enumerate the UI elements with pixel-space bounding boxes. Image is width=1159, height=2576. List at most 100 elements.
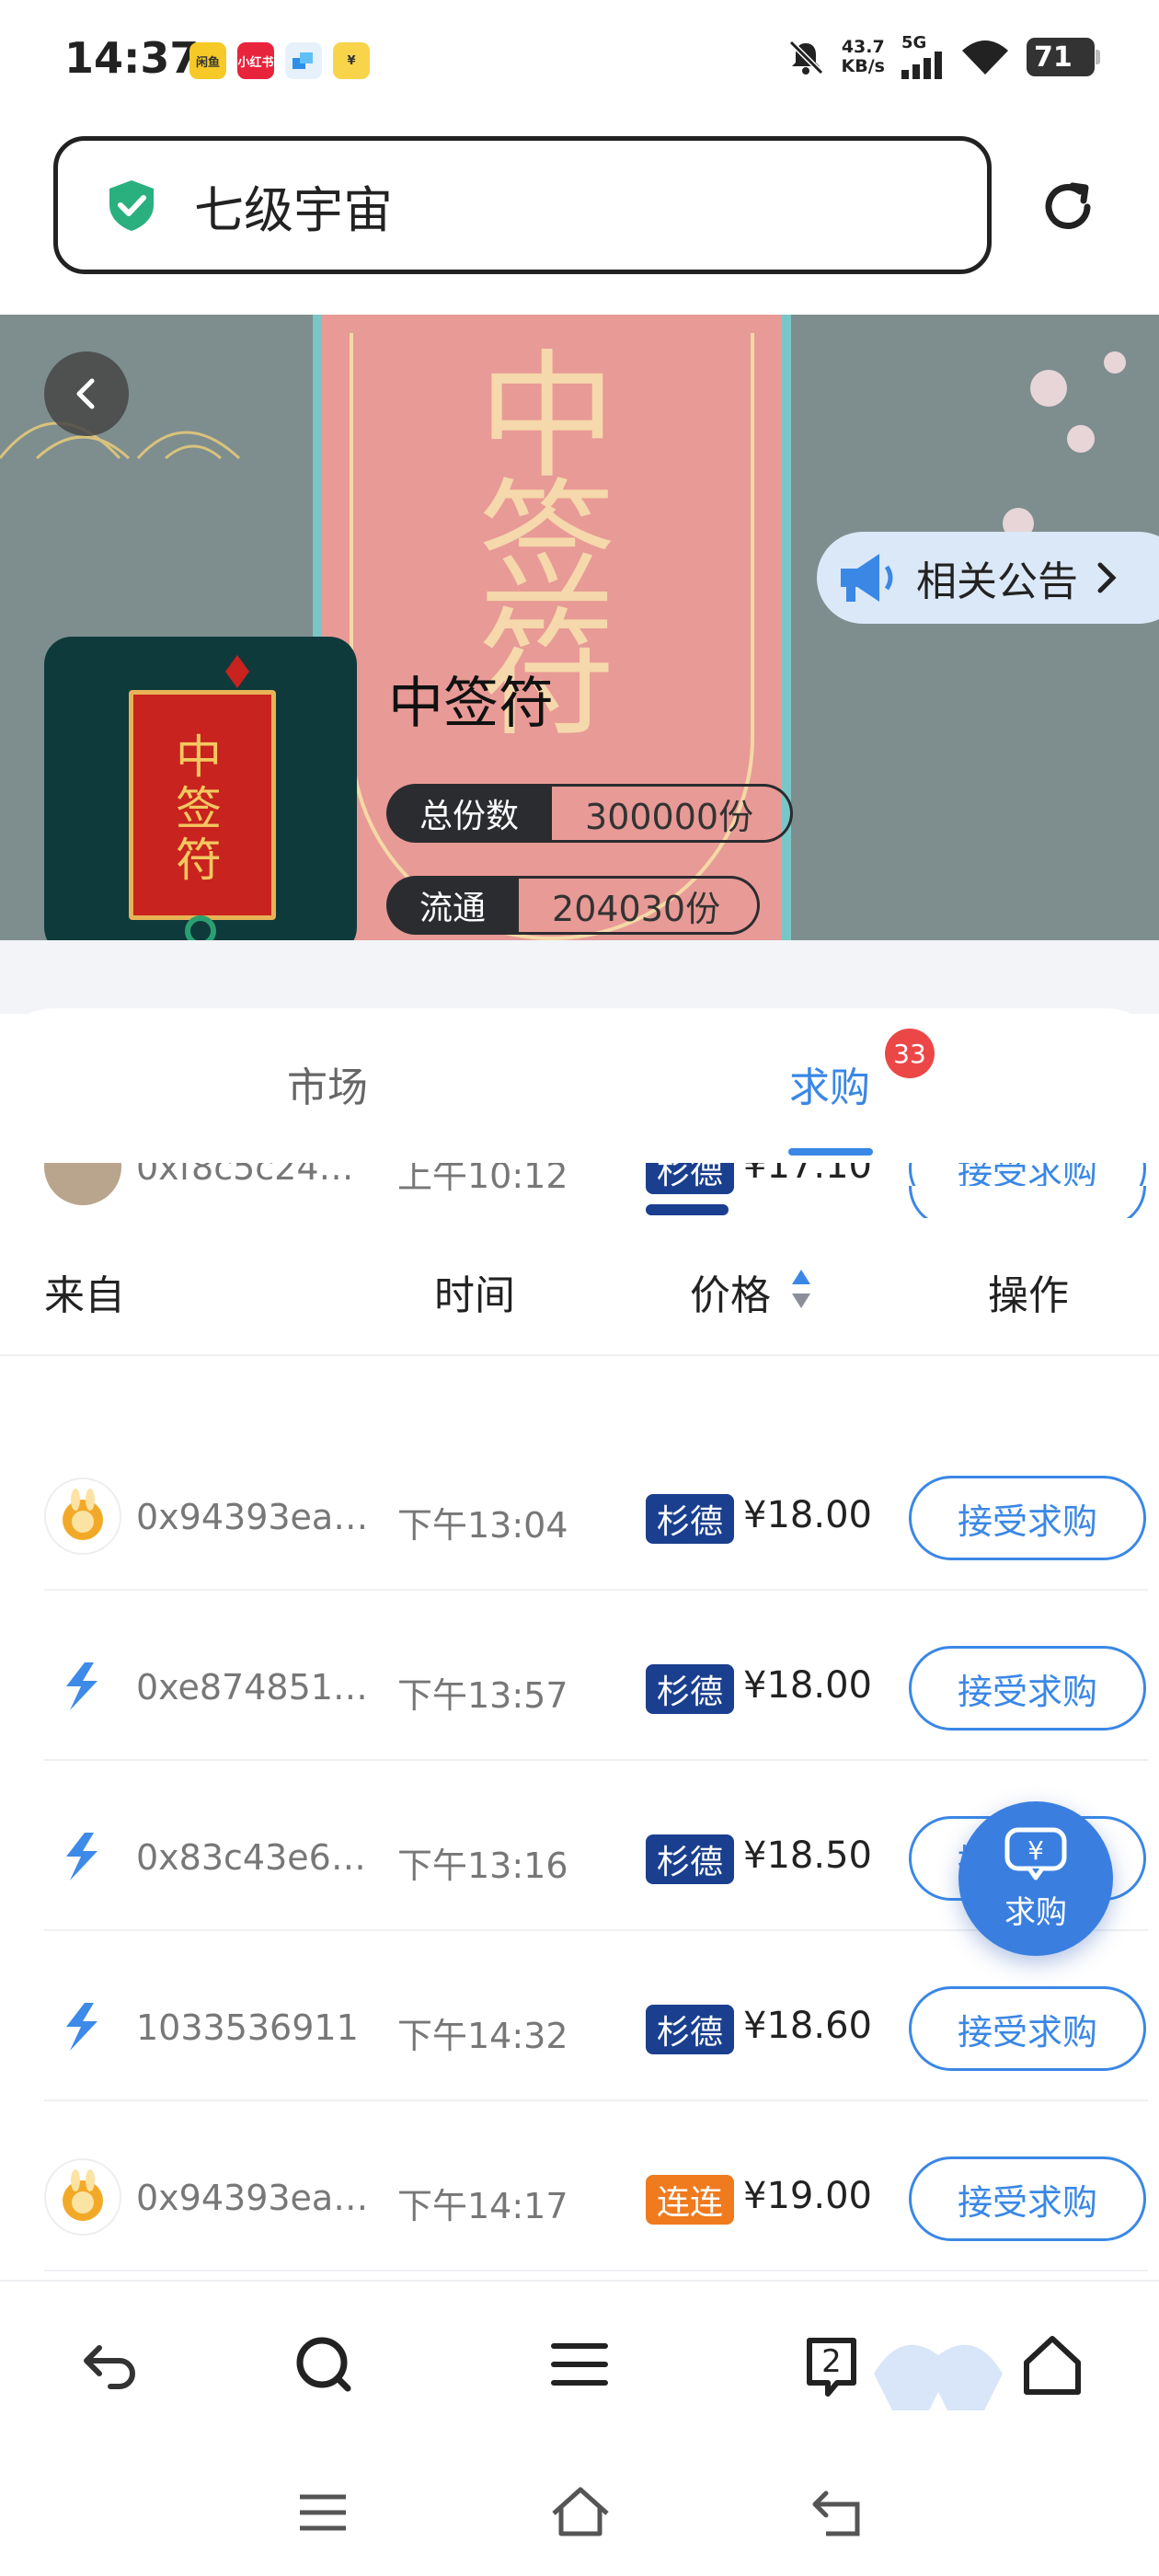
cellular-signal: 5G [901, 35, 944, 79]
bid-count-badge: 33 [885, 1029, 935, 1078]
announcement-label: 相关公告 [916, 558, 1078, 605]
row-price: ¥18.50 [743, 1834, 872, 1877]
row-time: 下午13:57 [397, 1675, 568, 1716]
back-button[interactable] [44, 351, 129, 436]
header-action: 操作 [988, 1272, 1069, 1319]
svg-text:¥: ¥ [1027, 1835, 1044, 1866]
row-time: 下午13:04 [397, 1505, 568, 1546]
search-icon[interactable] [289, 2328, 362, 2401]
payment-tag: 杉德 [646, 1494, 735, 1544]
row-price: ¥19.00 [743, 2175, 872, 2217]
row-time: 上午10:12 [397, 1163, 568, 1196]
row-address: 0xf8c5c24… [136, 1163, 354, 1188]
yuan-app-icon: ¥ [333, 42, 370, 79]
system-back-icon[interactable] [806, 2480, 870, 2545]
payment-tag: 杉德 [646, 1834, 735, 1884]
chevron-right-icon [1097, 562, 1117, 593]
bolt-avatar [44, 1648, 121, 1725]
tabs-panel [0, 1008, 1159, 1163]
item-title: 中签符 [388, 672, 554, 736]
system-nav-bar [0, 2455, 1159, 2576]
table-header: 来自 时间 价格 操作 [0, 1218, 1159, 1356]
table-row: 0x94393ea… 下午13:04 杉德 ¥18.00 接受求购 [44, 1420, 1148, 1591]
header-price[interactable]: 价格 [690, 1262, 771, 1321]
rabbit-avatar [44, 2158, 121, 2236]
xianyu-app-icon: 闲鱼 [189, 42, 226, 79]
announcement-button[interactable]: 相关公告 [817, 532, 1159, 624]
status-indicators: 43.7 KB/s 5G 71 [786, 35, 1100, 79]
net-speed: 43.7 KB/s [841, 37, 885, 76]
svg-text:2: 2 [821, 2343, 842, 2380]
xiaohongshu-app-icon: 小红书 [237, 42, 274, 79]
bolt-avatar [44, 1818, 121, 1895]
tabs-icon[interactable]: 2 [797, 2328, 870, 2401]
signal-icon [901, 52, 942, 79]
row-address: 1033536911 [136, 2007, 359, 2048]
bolt-avatar [44, 1988, 121, 2065]
header-time: 时间 [434, 1272, 515, 1319]
table-row: 0xe874851… 下午13:57 杉德 ¥18.00 接受求购 [44, 1591, 1148, 1761]
row-price: ¥18.00 [743, 1664, 872, 1707]
status-bar: 14:37 闲鱼 小红书 ¥ 43.7 KB/s 5G 71 [0, 0, 1159, 120]
divider-strip [0, 940, 1159, 1014]
payment-tag: 杉德 [646, 2005, 735, 2054]
table-row: 0x94393ea… 下午14:17 连连 ¥19.00 接受求购 [44, 2101, 1148, 2271]
row-time: 下午13:16 [397, 1846, 568, 1886]
system-home-icon[interactable] [548, 2480, 613, 2545]
table-row: 1033536911 下午14:32 杉德 ¥18.60 接受求购 [44, 1931, 1148, 2101]
status-app-icons: 闲鱼 小红书 ¥ [189, 42, 370, 79]
active-tab-indicator [788, 1148, 873, 1156]
rabbit-avatar [44, 1478, 121, 1555]
home-icon[interactable] [1016, 2328, 1089, 2401]
row-time: 下午14:32 [397, 2016, 568, 2056]
total-shares-label: 总份数 [386, 784, 553, 843]
row-price: ¥18.60 [743, 2005, 872, 2047]
circulation: 流通 204030份 [386, 876, 761, 935]
post-bid-fab[interactable]: ¥ 求购 [958, 1801, 1113, 1956]
undo-back-icon[interactable] [74, 2328, 147, 2401]
mute-bell-icon [788, 40, 823, 75]
secure-shield-icon [109, 180, 154, 231]
row-address: 0xe874851… [136, 1667, 368, 1708]
reload-icon[interactable] [1036, 175, 1100, 239]
circulation-label: 流通 [386, 876, 520, 935]
browser-toolbar: 2 [0, 2280, 1159, 2455]
cloud-pattern-decoration [0, 421, 241, 460]
tab-bid[interactable]: 求购 [789, 1054, 870, 1113]
avatar [44, 1163, 121, 1205]
yuan-chat-icon: ¥ [1004, 1827, 1067, 1880]
row-address: 0x94393ea… [136, 2178, 369, 2218]
payment-tag: 杉德 [646, 1664, 735, 1714]
row-address: 0x94393ea… [136, 1497, 369, 1537]
sort-icon[interactable] [789, 1266, 813, 1312]
row-price: ¥17.10 [743, 1163, 872, 1187]
accept-bid-button[interactable]: 接受求购 [909, 2156, 1146, 2241]
row-address: 0x83c43e6… [136, 1837, 366, 1878]
banner-amulet-image: 中 签 符 [313, 315, 791, 940]
menu-icon[interactable] [543, 2328, 616, 2401]
payment-tag [646, 1204, 729, 1215]
megaphone-icon [841, 554, 893, 602]
chevron-left-icon [76, 378, 95, 409]
total-shares: 总份数 300000份 [386, 784, 794, 843]
fab-label: 求购 [1004, 1893, 1067, 1931]
page-title: 七级宇宙 [194, 180, 393, 239]
total-shares-value: 300000份 [552, 784, 794, 843]
wifi-icon [962, 40, 1008, 75]
header-from: 来自 [44, 1272, 125, 1319]
battery-indicator: 71 [1027, 38, 1100, 76]
accept-bid-button[interactable]: 接受求购 [909, 1646, 1146, 1731]
circulation-value: 204030份 [519, 876, 761, 935]
payment-tag: 杉德 [646, 1163, 735, 1194]
address-bar[interactable]: 七级宇宙 [53, 136, 992, 274]
row-time: 下午14:17 [397, 2186, 568, 2226]
item-thumbnail: 中签符 [44, 637, 357, 955]
accept-bid-button[interactable]: 接受求购 [909, 1476, 1146, 1560]
payment-tag: 连连 [646, 2175, 735, 2225]
cloud-app-icon [285, 42, 322, 79]
recent-apps-icon[interactable] [291, 2480, 355, 2545]
row-price: ¥18.00 [743, 1494, 872, 1536]
accept-bid-button[interactable]: 接受求购 [909, 1986, 1146, 2071]
tab-market[interactable]: 市场 [287, 1054, 368, 1113]
glasses-overlay-icon [874, 2344, 1003, 2410]
